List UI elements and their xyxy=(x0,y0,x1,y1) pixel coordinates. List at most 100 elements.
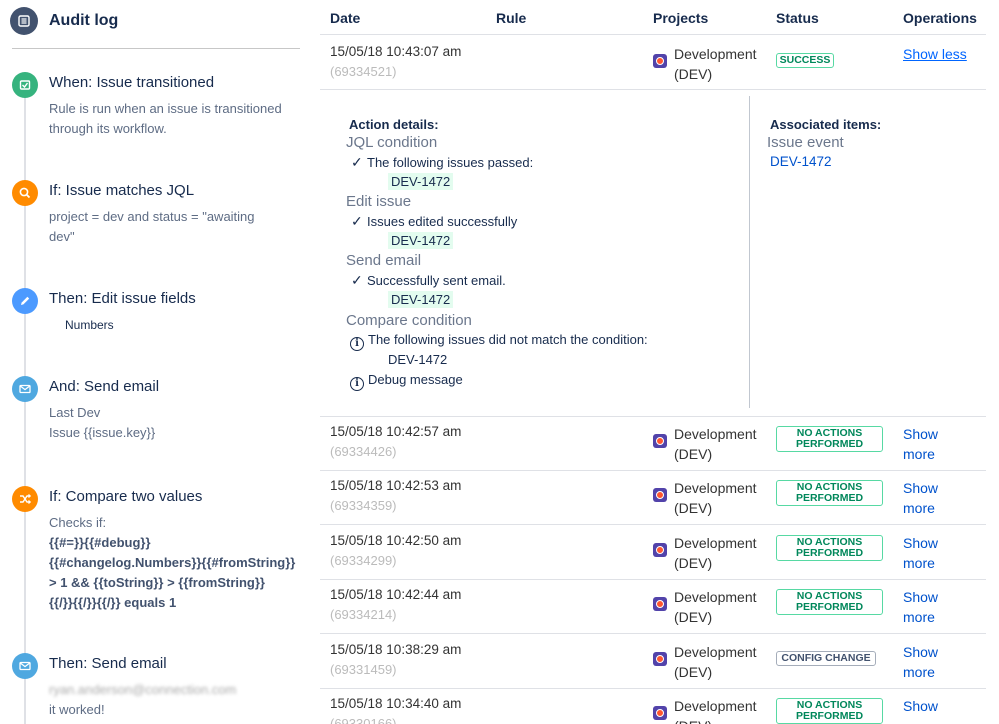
row-divider xyxy=(320,633,986,634)
status-badge: NO ACTIONS PERFORMED xyxy=(776,426,883,452)
send-email-title: Send email xyxy=(346,252,422,269)
project-icon xyxy=(653,706,667,720)
status-badge: SUCCESS xyxy=(776,53,834,68)
row-project: Development(DEV) xyxy=(653,696,757,724)
show-more-link[interactable]: Show more xyxy=(903,642,938,682)
issue-key-chip[interactable]: DEV-1472 xyxy=(388,173,454,190)
shuffle-icon xyxy=(12,486,38,512)
step-title: When: Issue transitioned xyxy=(49,74,215,91)
step-description: ryan.anderson@connection.com it worked! xyxy=(49,682,237,717)
status-badge: NO ACTIONS PERFORMED xyxy=(776,535,883,561)
action-details-label: Action details: xyxy=(349,117,439,132)
jql-result: ✓ The following issues passed: xyxy=(351,154,534,170)
show-less-link[interactable]: Show less xyxy=(903,44,967,64)
step-title: Then: Send email xyxy=(49,655,167,672)
edit-issue-title: Edit issue xyxy=(346,193,412,210)
row-date: 15/05/18 10:42:44 am xyxy=(330,587,462,602)
show-more-link[interactable]: Show more xyxy=(903,478,938,518)
row-project: Development(DEV) xyxy=(653,44,757,84)
row-date: 15/05/18 10:42:50 am xyxy=(330,533,462,548)
details-divider xyxy=(749,96,750,408)
row-id: (69334299) xyxy=(330,553,397,568)
row-id: (69334426) xyxy=(330,444,397,459)
row-date: 15/05/18 10:42:53 am xyxy=(330,478,462,493)
envelope-icon xyxy=(12,376,38,402)
project-icon xyxy=(653,434,667,448)
checkmark-icon: ✓ xyxy=(351,154,363,170)
row-project: Development(DEV) xyxy=(653,424,757,464)
step-description: project = dev and status = "awaiting dev… xyxy=(49,209,255,244)
jql-condition-title: JQL condition xyxy=(346,134,438,151)
row-divider xyxy=(320,579,986,580)
column-header-status[interactable]: Status xyxy=(776,10,819,26)
row-id: (69334214) xyxy=(330,607,397,622)
row-id: (69334359) xyxy=(330,498,397,513)
project-icon xyxy=(653,488,667,502)
status-badge: NO ACTIONS PERFORMED xyxy=(776,589,883,615)
action-details-panel: Action details: JQL condition ✓ The follo… xyxy=(320,90,986,416)
show-more-link[interactable]: Show more xyxy=(903,533,938,573)
project-icon xyxy=(653,543,667,557)
project-icon xyxy=(653,597,667,611)
step-title: And: Send email xyxy=(49,378,160,395)
project-icon xyxy=(653,54,667,68)
associated-items-label: Associated items: xyxy=(770,117,882,132)
status-badge: NO ACTIONS PERFORMED xyxy=(776,698,883,724)
audit-log-header[interactable]: Audit log xyxy=(10,6,118,36)
project-icon xyxy=(653,652,667,666)
edit-result: ✓ Issues edited successfully xyxy=(351,213,518,229)
issue-key-chip[interactable]: DEV-1472 xyxy=(388,232,454,249)
step-description: Last Dev Issue {{issue.key}} xyxy=(49,405,156,440)
compare-result: i The following issues did not match the … xyxy=(350,332,648,351)
show-more-link[interactable]: Show more xyxy=(903,424,938,464)
issue-event-link[interactable]: DEV-1472 xyxy=(770,154,832,169)
debug-message: i Debug message xyxy=(350,372,463,391)
step-title: If: Issue matches JQL xyxy=(49,182,195,199)
sidebar-divider xyxy=(12,48,300,49)
step-title: Then: Edit issue fields xyxy=(49,290,196,307)
info-icon: i xyxy=(350,376,364,391)
issue-event-title: Issue event xyxy=(767,134,844,151)
checkmark-icon: ✓ xyxy=(351,272,363,288)
row-divider xyxy=(320,524,986,525)
row-date: 15/05/18 10:43:07 am xyxy=(330,44,462,59)
row-divider xyxy=(320,34,986,35)
step-description: Checks if: {{#=}}{{#debug}} {{#changelog… xyxy=(49,515,296,610)
row-date: 15/05/18 10:38:29 am xyxy=(330,642,462,657)
issue-key: DEV-1472 xyxy=(388,352,448,367)
row-id: (69331459) xyxy=(330,662,397,677)
column-header-rule[interactable]: Rule xyxy=(496,10,526,26)
row-project: Development(DEV) xyxy=(653,642,757,682)
step-description: Rule is run when an issue is transitione… xyxy=(49,101,282,136)
column-header-operations[interactable]: Operations xyxy=(903,10,977,26)
status-badge: NO ACTIONS PERFORMED xyxy=(776,480,883,506)
row-id: (69330166) xyxy=(330,716,397,724)
checkmark-icon: ✓ xyxy=(351,213,363,229)
row-date: 15/05/18 10:34:40 am xyxy=(330,696,462,711)
show-more-link[interactable]: Show xyxy=(903,696,938,716)
row-project: Development(DEV) xyxy=(653,533,757,573)
column-header-projects[interactable]: Projects xyxy=(653,10,708,26)
envelope-icon xyxy=(12,653,38,679)
show-more-link[interactable]: Show more xyxy=(903,587,938,627)
row-project: Development(DEV) xyxy=(653,587,757,627)
column-header-date[interactable]: Date xyxy=(330,10,360,26)
list-icon xyxy=(10,7,38,35)
compare-condition-title: Compare condition xyxy=(346,312,472,329)
audit-table: Date Rule Projects Status Operations 15/… xyxy=(320,0,999,724)
rule-sidebar: Audit log When: Issue transitioned Rule … xyxy=(0,0,310,724)
pencil-icon xyxy=(12,288,38,314)
row-divider xyxy=(320,688,986,689)
search-icon xyxy=(12,180,38,206)
trigger-icon xyxy=(12,72,38,98)
row-divider xyxy=(320,470,986,471)
status-badge: CONFIG CHANGE xyxy=(776,651,876,666)
step-description: Numbers xyxy=(65,318,114,332)
step-title: If: Compare two values xyxy=(49,488,203,505)
row-project: Development(DEV) xyxy=(653,478,757,518)
email-result: ✓ Successfully sent email. xyxy=(351,272,506,288)
info-icon: i xyxy=(350,336,364,351)
issue-key-chip[interactable]: DEV-1472 xyxy=(388,291,454,308)
audit-log-title: Audit log xyxy=(49,12,119,29)
row-divider xyxy=(320,416,986,417)
